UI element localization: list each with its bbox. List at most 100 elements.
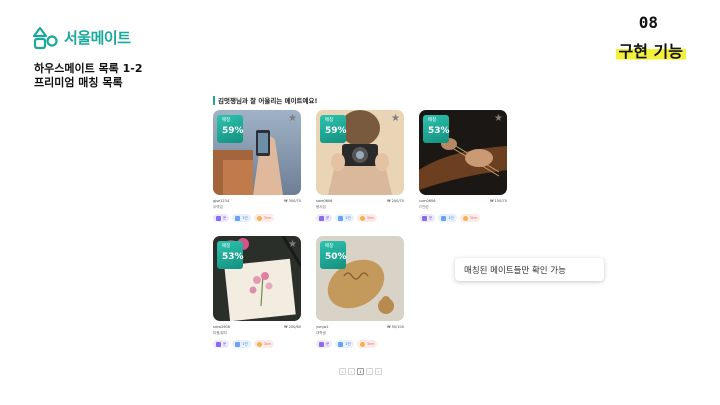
- tag-chip-label: 3km: [263, 342, 272, 346]
- mate-card[interactable]: 매칭 53% ★ smw2606 ₩ 200/60 미용/뷰티 운 1인 3km: [213, 236, 301, 348]
- mate-name: yunjw1: [316, 325, 329, 329]
- match-percentage: 53%: [222, 252, 244, 262]
- mate-photo: 매칭 59% ★: [316, 110, 404, 195]
- tag-chip: 1인: [232, 340, 251, 348]
- slide-title: 하우스메이트 목록 1-2 프리미엄 매칭 목록: [34, 62, 143, 90]
- star-icon[interactable]: ★: [288, 240, 297, 250]
- mate-tags: 운 1인 3km: [316, 214, 404, 222]
- mate-price: ₩ 200/70: [387, 199, 404, 203]
- house-logo-icon: [32, 26, 58, 50]
- mate-price: ₩ 150/70: [490, 199, 507, 203]
- tag-chip: 운: [213, 340, 230, 348]
- match-badge-label: 매칭: [222, 118, 231, 123]
- person-icon: [338, 341, 344, 347]
- people-icon: [216, 341, 221, 347]
- mate-card[interactable]: 매칭 59% ★ gjse1234 ₩ 300/70 무역업 운 1인 3km: [213, 110, 301, 222]
- tag-chip-label: 운: [326, 342, 330, 346]
- section-number: 08: [638, 13, 658, 32]
- tag-chip: 운: [419, 214, 436, 222]
- tag-chip: 3km: [459, 214, 481, 222]
- tag-chip: 3km: [253, 214, 275, 222]
- tag-chip: 3km: [356, 340, 378, 348]
- heading-accent-bar: [213, 95, 215, 105]
- tag-chip: 3km: [253, 340, 275, 348]
- mate-occupation: 무역업: [213, 205, 223, 209]
- location-icon: [359, 341, 365, 347]
- match-badge: 매칭 59%: [217, 115, 244, 143]
- location-icon: [359, 215, 365, 221]
- location-icon: [256, 215, 262, 221]
- next-page-button[interactable]: ›: [366, 368, 373, 375]
- mate-tags: 운 1인 3km: [316, 340, 404, 348]
- brand-name: 서울메이트: [64, 28, 131, 47]
- mate-tags: 운 1인 3km: [213, 340, 301, 348]
- location-icon: [256, 341, 262, 347]
- page-1-button[interactable]: 1: [357, 368, 364, 375]
- star-icon[interactable]: ★: [391, 114, 400, 124]
- person-icon: [338, 215, 344, 221]
- mate-photo: 매칭 50%: [316, 236, 404, 321]
- mate-photo: 매칭 53% ★: [213, 236, 301, 321]
- match-percentage: 53%: [428, 126, 450, 136]
- list-heading-text: 김멋쟁님과 잘 어울리는 메이트예요!: [218, 97, 318, 105]
- match-percentage: 59%: [325, 126, 347, 136]
- slide-title-line1: 하우스메이트 목록 1-2: [34, 62, 143, 75]
- match-badge: 매칭 53%: [423, 115, 450, 143]
- people-icon: [216, 215, 221, 221]
- tag-chip: 1인: [335, 214, 354, 222]
- pagination: « ‹ 1 › »: [339, 368, 382, 375]
- brand-logo: 서울메이트: [32, 24, 131, 50]
- location-icon: [462, 215, 468, 221]
- star-icon[interactable]: ★: [288, 114, 297, 124]
- tag-chip-label: 3km: [366, 342, 375, 346]
- match-badge: 매칭 50%: [320, 241, 347, 269]
- mate-name: smw2606: [213, 325, 231, 329]
- star-icon[interactable]: ★: [494, 114, 503, 124]
- people-icon: [422, 215, 427, 221]
- mate-card[interactable]: 매칭 53% ★ cum0606 ₩ 150/70 IT관련 운 1인 3km: [419, 110, 507, 222]
- tag-chip: 운: [316, 340, 333, 348]
- first-page-button[interactable]: «: [339, 368, 346, 375]
- person-icon: [235, 341, 241, 347]
- mate-occupation: 대학생: [316, 331, 326, 335]
- match-badge-label: 매칭: [325, 118, 334, 123]
- tag-chip: 1인: [438, 214, 457, 222]
- section-name: 구현 기능: [615, 38, 686, 62]
- tag-chip: 1인: [232, 214, 251, 222]
- tag-chip-label: 1인: [448, 216, 454, 220]
- mate-price: ₩ 200/60: [284, 325, 301, 329]
- tag-chip-label: 3km: [263, 216, 272, 220]
- tag-chip-label: 운: [429, 216, 433, 220]
- match-badge: 매칭 53%: [217, 241, 244, 269]
- person-icon: [441, 215, 447, 221]
- match-percentage: 50%: [325, 252, 347, 262]
- tag-chip: 운: [316, 214, 333, 222]
- tag-chip-label: 1인: [345, 342, 351, 346]
- tag-chip-label: 1인: [242, 216, 248, 220]
- mate-card[interactable]: 매칭 59% ★ sare0606 ₩ 200/70 봉사업 운 1인 3km: [316, 110, 404, 222]
- tag-chip-label: 운: [326, 216, 330, 220]
- tag-chip-label: 운: [223, 216, 227, 220]
- person-icon: [235, 215, 241, 221]
- tag-chip: 운: [213, 214, 230, 222]
- mate-photo: 매칭 53% ★: [419, 110, 507, 195]
- mate-tags: 운 1인 3km: [213, 214, 301, 222]
- tag-chip-label: 3km: [366, 216, 375, 220]
- match-badge-label: 매칭: [428, 118, 437, 123]
- tag-chip-label: 1인: [242, 342, 248, 346]
- mate-price: ₩ 300/70: [284, 199, 301, 203]
- match-badge-label: 매칭: [222, 244, 231, 249]
- mate-name: sare0606: [316, 199, 333, 203]
- match-badge-label: 매칭: [325, 244, 334, 249]
- match-percentage: 59%: [222, 126, 244, 136]
- mate-occupation: 미용/뷰티: [213, 331, 228, 335]
- mate-price: ₩ 50/100: [387, 325, 404, 329]
- mate-name: cum0606: [419, 199, 436, 203]
- last-page-button[interactable]: »: [375, 368, 382, 375]
- prev-page-button[interactable]: ‹: [348, 368, 355, 375]
- tag-chip: 1인: [335, 340, 354, 348]
- mate-occupation: 봉사업: [316, 205, 326, 209]
- slide-title-line2: 프리미엄 매칭 목록: [34, 76, 123, 89]
- mate-card[interactable]: 매칭 50% yunjw1 ₩ 50/100 대학생 운 1인 3km: [316, 236, 404, 348]
- mate-tags: 운 1인 3km: [419, 214, 507, 222]
